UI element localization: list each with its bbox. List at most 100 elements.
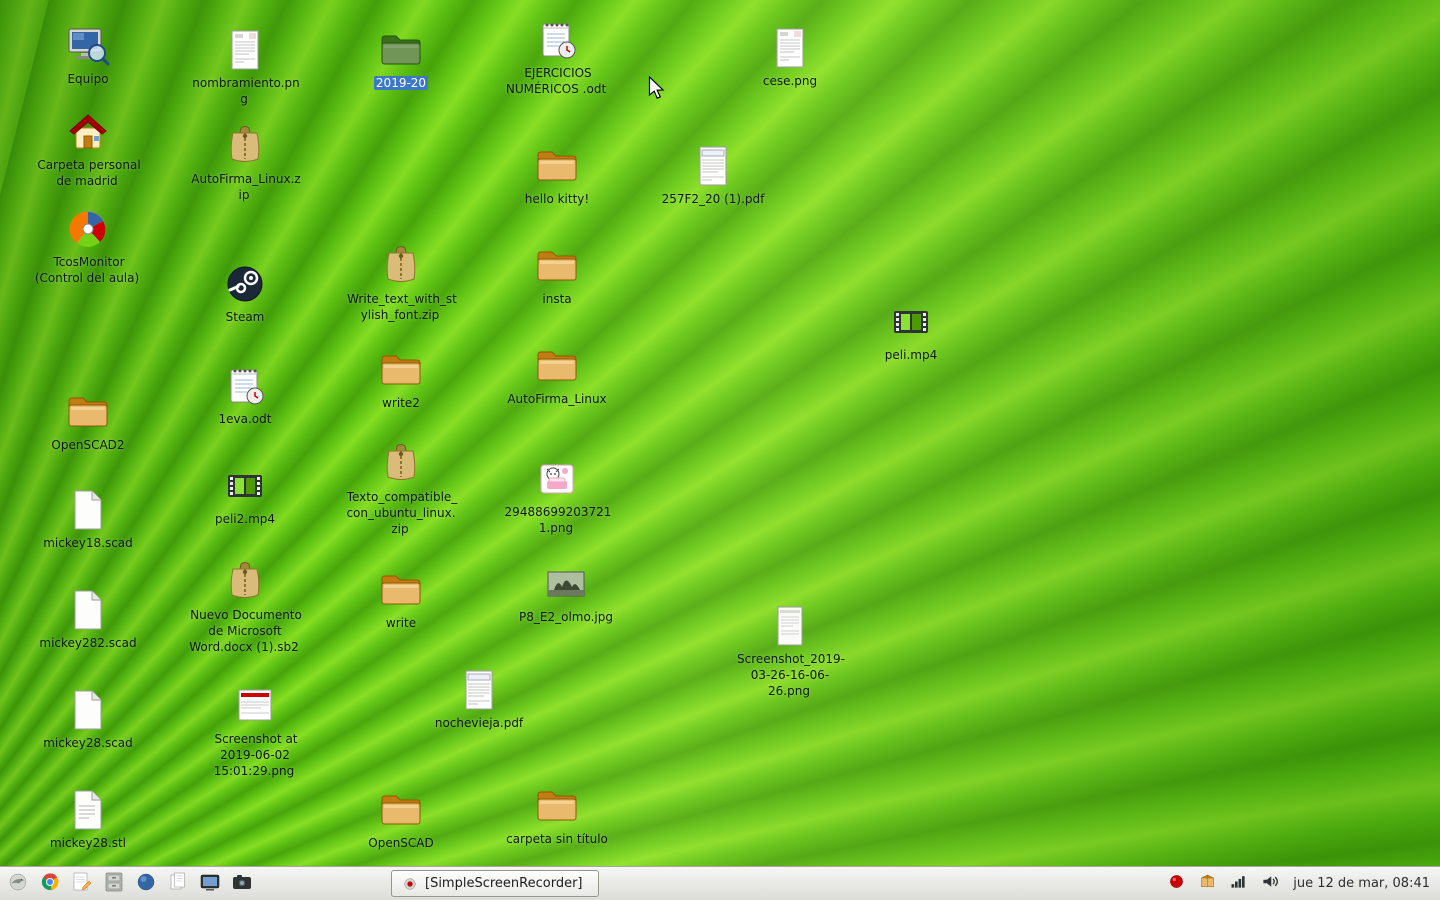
desktop-icon[interactable]: insta: [492, 242, 622, 308]
menu-icon: [6, 870, 30, 898]
launcher-chrome[interactable]: [36, 870, 63, 897]
pdf-icon: [455, 666, 503, 714]
icon-label: Screenshot_2019-03-26-16-06-26.png: [733, 652, 847, 699]
zip-icon: [221, 122, 269, 170]
launcher-camera[interactable]: [228, 870, 255, 897]
folder-icon: [377, 566, 425, 614]
screenshot-tool-icon: [198, 870, 222, 898]
desktop-icon[interactable]: hello kitty!: [492, 142, 622, 208]
desktop-icon[interactable]: Screenshot at 2019-06-02 15:01:29.png: [190, 682, 320, 779]
icon-label: nombramiento.png: [188, 76, 302, 108]
system-tray: jue 12 de mar, 08:41: [1165, 873, 1440, 895]
desktop-icon[interactable]: TcosMonitor (Control del aula): [23, 205, 153, 287]
icon-label: AutoFirma_Linux: [505, 392, 608, 408]
desktop-icon[interactable]: P8_E2_olmo.jpg: [501, 560, 631, 626]
video-icon: [221, 462, 269, 510]
video-icon: [887, 298, 935, 346]
documents-icon: [166, 870, 190, 898]
page-icon: [64, 686, 112, 734]
pdf-icon: [689, 142, 737, 190]
icon-label: Nuevo Documento de Microsoft Word.docx (…: [188, 608, 302, 655]
icon-label: Equipo: [65, 72, 110, 88]
tray-network-signal[interactable]: [1227, 873, 1249, 895]
desktop-icon[interactable]: cese.png: [725, 24, 855, 90]
icon-label: TcosMonitor (Control del aula): [31, 255, 145, 287]
desktop-icon[interactable]: nombramiento.png: [180, 26, 310, 108]
taskbar-launchers: [0, 870, 255, 897]
taskbar: [SimpleScreenRecorder] jue 12 de mar, 08…: [0, 866, 1440, 900]
icon-label: insta: [540, 292, 573, 308]
desktop-icon[interactable]: Carpeta personal de madrid: [23, 108, 153, 190]
launcher-menu[interactable]: [4, 870, 31, 897]
desktop-icon[interactable]: Nuevo Documento de Microsoft Word.docx (…: [180, 558, 310, 655]
launcher-screenshot-tool[interactable]: [196, 870, 223, 897]
icon-label: AutoFirma_Linux.zip: [188, 172, 302, 204]
desktop-icon[interactable]: mickey282.scad: [23, 586, 153, 652]
window-button-label: [SimpleScreenRecorder]: [425, 876, 583, 891]
desktop-icon[interactable]: 1eva.odt: [180, 362, 310, 428]
desktop-icon[interactable]: Equipo: [23, 22, 153, 88]
launcher-text-editor[interactable]: [68, 870, 95, 897]
icon-label: P8_E2_olmo.jpg: [517, 610, 615, 626]
icon-label: 294886992037211.png: [500, 505, 614, 537]
icon-label: mickey18.scad: [41, 536, 135, 552]
icon-label: Carpeta personal de madrid: [31, 158, 145, 190]
icon-label: Steam: [224, 310, 267, 326]
icon-label: mickey28.scad: [41, 736, 135, 752]
folder-icon: [533, 242, 581, 290]
chrome-icon: [38, 870, 62, 898]
desktop-icon[interactable]: peli2.mp4: [180, 462, 310, 528]
textpage-icon: [64, 786, 112, 834]
zip-icon: [377, 242, 425, 290]
icon-label: mickey28.stl: [48, 836, 128, 852]
tray-recording-indicator[interactable]: [1165, 873, 1187, 895]
desktop-icon[interactable]: OpenSCAD2: [23, 388, 153, 454]
desktop-icon[interactable]: write2: [336, 346, 466, 412]
icon-label: OpenSCAD: [366, 836, 436, 852]
desktop-icon[interactable]: carpeta sin título: [492, 782, 622, 848]
docpreview-icon: [221, 26, 269, 74]
launcher-file-manager[interactable]: [100, 870, 127, 897]
text-editor-icon: [70, 870, 94, 898]
screenshotwhite-icon: [766, 602, 814, 650]
icon-label: peli2.mp4: [213, 512, 277, 528]
desktop-icon[interactable]: Screenshot_2019-03-26-16-06-26.png: [725, 602, 855, 699]
icon-label: 257F2_20 (1).pdf: [660, 192, 767, 208]
desktop-icon[interactable]: OpenSCAD: [336, 786, 466, 852]
tray-volume[interactable]: [1258, 873, 1280, 895]
desktop-icon[interactable]: nochevieja.pdf: [414, 666, 544, 732]
desktop-icon[interactable]: 2019-20: [336, 26, 466, 92]
desktop-icon[interactable]: AutoFirma_Linux: [492, 342, 622, 408]
desktop-icon[interactable]: Write_text_with_stylish_font.zip: [336, 242, 466, 324]
desktop-surface[interactable]: Equipo Carpeta personal de madrid TcosMoni…: [0, 0, 1440, 900]
desktop-icon[interactable]: write: [336, 566, 466, 632]
desktop-icon[interactable]: EJERCICIOS NUMÉRICOS .odt: [492, 16, 622, 98]
tray-updates[interactable]: [1196, 873, 1218, 895]
volume-icon: [1259, 871, 1280, 896]
desktop-icon[interactable]: mickey28.stl: [23, 786, 153, 852]
folder-icon: [377, 26, 425, 74]
launcher-documents[interactable]: [164, 870, 191, 897]
desktop-icon[interactable]: Steam: [180, 260, 310, 326]
taskbar-window-simplescreenrecorder[interactable]: [SimpleScreenRecorder]: [391, 870, 599, 897]
desktop-icon[interactable]: 294886992037211.png: [492, 455, 622, 537]
launcher-browser[interactable]: [132, 870, 159, 897]
icon-label: mickey282.scad: [37, 636, 138, 652]
desktop-icon[interactable]: 257F2_20 (1).pdf: [648, 142, 778, 208]
desktop-icon[interactable]: AutoFirma_Linux.zip: [180, 122, 310, 204]
desktop-icon[interactable]: Texto_compatible_con_ubuntu_linux.zip: [336, 440, 466, 537]
home-icon: [64, 108, 112, 156]
icon-label: cese.png: [761, 74, 819, 90]
file-manager-icon: [102, 870, 126, 898]
tcos-icon: [64, 205, 112, 253]
notepad-icon: [221, 362, 269, 410]
taskbar-clock[interactable]: jue 12 de mar, 08:41: [1289, 876, 1430, 891]
browser-icon: [134, 870, 158, 898]
icon-label: Screenshot at 2019-06-02 15:01:29.png: [198, 732, 312, 779]
icon-label: Write_text_with_stylish_font.zip: [344, 292, 458, 324]
desktop-icon[interactable]: mickey28.scad: [23, 686, 153, 752]
desktop-icon[interactable]: mickey18.scad: [23, 486, 153, 552]
screenshotred-icon: [231, 682, 279, 730]
desktop-icon[interactable]: peli.mp4: [846, 298, 976, 364]
zip-icon: [221, 558, 269, 606]
